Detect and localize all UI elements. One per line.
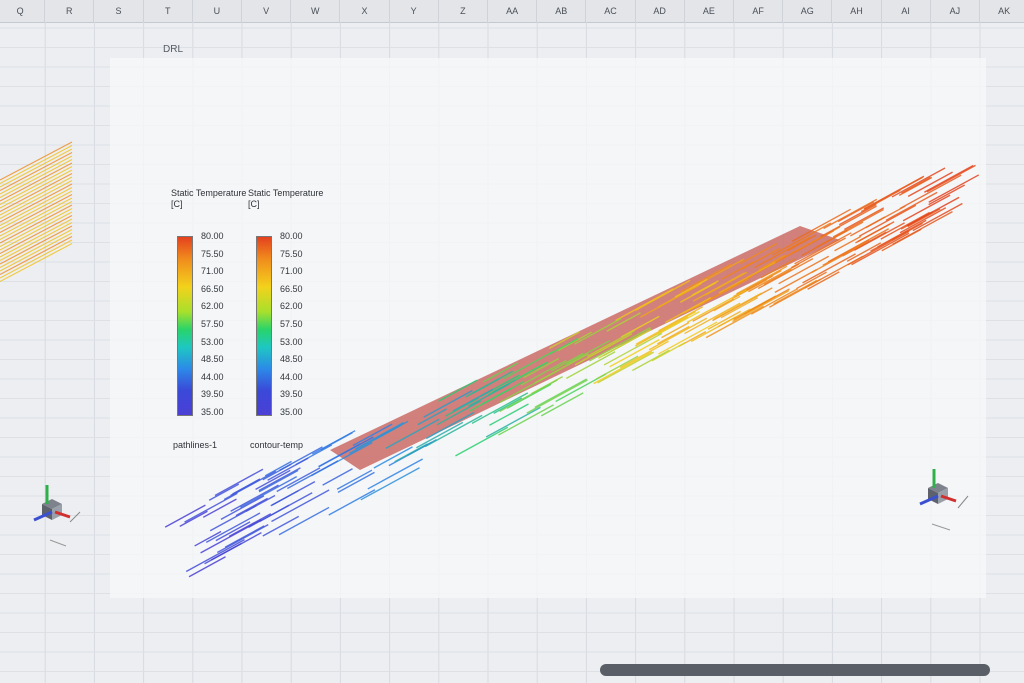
axis-triad-icon[interactable] — [908, 466, 978, 536]
pathline-streak — [239, 475, 298, 509]
pathline-plot — [0, 141, 980, 578]
pathline-streak — [0, 200, 73, 241]
scale-tick-label: 75.50 — [280, 248, 303, 259]
legend-name: pathlines-1 — [173, 440, 218, 450]
pathline-streak — [232, 478, 261, 495]
scale-tick-label: 80.00 — [280, 231, 303, 241]
pathline-streak — [0, 148, 73, 188]
pathline-streak — [870, 229, 910, 252]
scale-tick-label: 57.50 — [280, 319, 303, 329]
scale-tick-label: 80.00 — [201, 231, 224, 241]
pathline-streak — [0, 242, 73, 283]
pathline-streak — [0, 239, 73, 279]
scale-tick-label: 53.00 — [280, 336, 303, 347]
pathline-streak — [0, 204, 73, 244]
scale-tick-label: 71.00 — [280, 266, 303, 277]
pathline-streak — [0, 207, 73, 248]
legend-name: contour-temp — [250, 440, 304, 450]
scale-tick-label: 48.50 — [280, 354, 303, 365]
scale-tick-label: 62.00 — [280, 301, 303, 312]
pathline-streak — [0, 228, 73, 269]
pathline-streak — [0, 218, 73, 258]
pathline-streak — [899, 207, 947, 234]
scale-tick-label: 44.00 — [201, 371, 224, 382]
pathline-streak — [0, 144, 73, 185]
scale-tick-label: 39.50 — [201, 389, 224, 400]
scale-tick-label: 62.00 — [201, 301, 224, 312]
pathline-streak — [0, 176, 73, 216]
pathline-streak — [328, 489, 376, 516]
scale-tick-label: 35.00 — [280, 407, 303, 417]
pathline-streak — [0, 169, 73, 209]
pathline-streak — [0, 172, 73, 213]
pathline-streak — [802, 253, 856, 284]
pathline-streak — [0, 232, 73, 272]
scale-tick-label: 48.50 — [201, 354, 224, 365]
pathline-streak — [540, 392, 584, 417]
pathline-streak — [773, 279, 818, 305]
pathline-streak — [336, 469, 373, 490]
pathline-streak — [278, 506, 330, 536]
legend-title: Static Temperature — [248, 188, 324, 198]
pathline-streak — [534, 378, 588, 408]
pathline-streak — [0, 179, 73, 220]
color-scale-bar — [177, 236, 193, 416]
pathline-streak — [0, 162, 73, 202]
pathline-streak — [271, 489, 330, 523]
horizontal-scrollbar[interactable] — [600, 664, 990, 676]
color-scale-bar — [256, 236, 272, 416]
pathline-streak — [0, 225, 73, 265]
scale-tick-label: 71.00 — [201, 266, 224, 277]
pathline-streak — [0, 151, 73, 192]
pathline-streak — [596, 355, 639, 380]
scale-tick-label: 57.50 — [201, 319, 224, 329]
pathline-streak — [0, 190, 73, 230]
pathline-streak — [184, 492, 238, 523]
pathline-streak — [923, 164, 974, 193]
legend-unit: [C] — [171, 199, 183, 209]
scale-tick-label: 44.00 — [280, 371, 303, 382]
pathline-streak — [0, 221, 73, 262]
pathline-streak — [796, 271, 827, 290]
pathline-streak — [0, 141, 73, 181]
scale-tick-label: 53.00 — [201, 336, 224, 347]
scale-tick-label: 66.50 — [280, 283, 303, 294]
scale-tick-label: 39.50 — [280, 389, 303, 400]
pathline-streak — [202, 498, 237, 518]
legend-title: Static Temperature — [171, 188, 247, 198]
pathline-streak — [0, 155, 73, 195]
pathline-streak — [769, 278, 822, 308]
pathline-streak — [823, 198, 878, 230]
pathline-streak — [0, 197, 73, 237]
pathline-streak — [0, 211, 73, 251]
scale-tick-label: 75.50 — [201, 248, 224, 259]
pathline-streak — [360, 467, 420, 501]
pathline-streak — [750, 288, 798, 315]
pathline-streak — [717, 308, 751, 328]
pathline-streak — [926, 164, 976, 193]
pathline-streak — [0, 214, 73, 255]
pathline-streak — [0, 186, 73, 227]
pathline-streak — [0, 158, 73, 199]
pathline-streak — [200, 519, 262, 554]
pathline-streak — [0, 193, 73, 234]
pathline-streak — [0, 165, 73, 206]
pathline-streak — [337, 471, 375, 493]
legend-unit: [C] — [248, 199, 260, 209]
pathline-streak — [204, 532, 262, 565]
pathline-streak — [455, 426, 509, 457]
pathline-streak — [498, 404, 554, 436]
pathline-streak — [851, 232, 910, 266]
scale-tick-label: 35.00 — [201, 407, 224, 417]
scale-tick-label: 66.50 — [201, 283, 224, 294]
pathline-streak — [0, 183, 73, 223]
pathline-streak — [179, 510, 208, 527]
pathline-streak — [0, 235, 73, 276]
pathline-streak — [837, 201, 875, 223]
pathline-streak — [367, 458, 424, 490]
axis-triad-icon[interactable] — [22, 482, 92, 552]
